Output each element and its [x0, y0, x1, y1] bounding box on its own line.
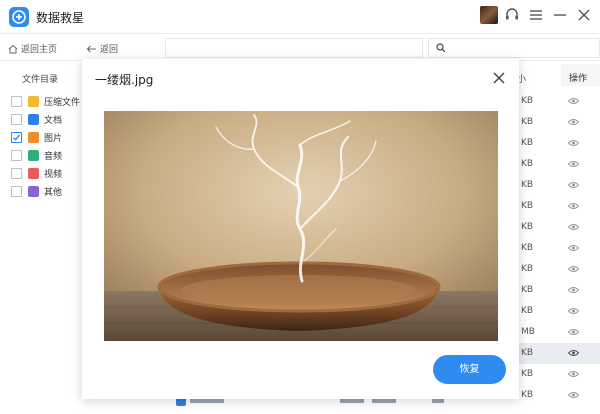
tree-item-label: 音频 [44, 151, 63, 162]
preview-eye-icon[interactable] [568, 223, 579, 231]
tree-item-label: 压缩文件 [44, 97, 81, 108]
operation-column-label: 操作 [569, 74, 588, 84]
checkbox[interactable] [11, 185, 22, 197]
home-icon [8, 44, 18, 53]
preview-eye-icon[interactable] [568, 139, 579, 147]
tree-item-label: 图片 [44, 133, 63, 144]
preview-image [104, 111, 498, 341]
file-size-cell: KB [521, 96, 534, 106]
preview-eye-icon[interactable] [568, 328, 579, 336]
minimize-icon[interactable] [551, 6, 569, 24]
headset-icon[interactable] [503, 6, 521, 24]
file-size-cell: KB [521, 222, 534, 232]
tree-item[interactable]: 图片 [11, 130, 62, 144]
tree-item[interactable]: 文档 [11, 112, 62, 126]
tree-item[interactable]: 视频 [11, 166, 62, 180]
check-icon [13, 134, 21, 141]
preview-dialog-title: 一缕烟.jpg [95, 73, 154, 87]
menu-icon[interactable] [527, 6, 545, 24]
sidebar-title: 文件目录 [22, 75, 59, 85]
file-size-cell: KB [521, 306, 534, 316]
tree-item[interactable]: 音频 [11, 148, 62, 162]
app-title: 数据救星 [36, 11, 85, 25]
preview-dialog: 一缕烟.jpg 恢复 [82, 59, 519, 399]
close-icon[interactable] [492, 71, 506, 85]
search-input[interactable] [428, 38, 600, 58]
partially-hidden-row [168, 396, 600, 414]
file-size-cell: KB [521, 201, 534, 211]
close-window-icon[interactable] [575, 6, 593, 24]
preview-eye-icon[interactable] [568, 202, 579, 210]
preview-eye-icon[interactable] [568, 265, 579, 273]
document-icon [28, 113, 39, 125]
home-button[interactable]: 返回主页 [8, 42, 57, 55]
checkbox[interactable] [11, 167, 22, 179]
preview-eye-icon[interactable] [568, 160, 579, 168]
checkbox[interactable] [11, 95, 22, 107]
file-size-cell: KB [521, 243, 534, 253]
tree-item-label: 文档 [44, 115, 63, 126]
home-button-label: 返回主页 [21, 45, 58, 55]
search-icon [436, 43, 446, 53]
video-icon [28, 167, 39, 179]
checkbox[interactable] [11, 113, 22, 125]
tree-item[interactable]: 其他 [11, 184, 62, 198]
restore-button[interactable]: 恢复 [433, 355, 506, 384]
preview-eye-icon[interactable] [568, 286, 579, 294]
preview-eye-icon[interactable] [568, 307, 579, 315]
preview-eye-icon[interactable] [568, 349, 579, 357]
file-size-cell: KB [521, 138, 534, 148]
audio-icon [28, 149, 39, 161]
other-icon [28, 185, 39, 197]
app-logo-icon [9, 7, 29, 27]
image-icon [28, 131, 39, 143]
operation-column-header: 操作 [561, 64, 600, 86]
archive-icon [28, 95, 39, 107]
checkbox[interactable] [11, 149, 22, 161]
back-button-label: 返回 [100, 45, 119, 55]
toolbar: 返回主页 返回 [0, 34, 600, 61]
file-size-cell: KB [521, 285, 534, 295]
file-size-cell: KB [521, 180, 534, 190]
file-size-cell: KB [521, 369, 534, 379]
file-size-cell: KB [521, 159, 534, 169]
file-size-cell: MB [521, 327, 535, 337]
tree-item-label: 其他 [44, 187, 63, 198]
file-size-cell: KB [521, 348, 534, 358]
path-input[interactable] [165, 38, 423, 58]
preview-eye-icon[interactable] [568, 181, 579, 189]
checkbox[interactable] [11, 131, 22, 143]
user-avatar[interactable] [480, 6, 498, 24]
tree-item[interactable]: 压缩文件 [11, 94, 80, 108]
file-size-cell: KB [521, 264, 534, 274]
arrow-left-icon [86, 45, 96, 52]
file-size-cell: KB [521, 117, 534, 127]
preview-eye-icon[interactable] [568, 244, 579, 252]
tree-item-label: 视频 [44, 169, 63, 180]
preview-eye-icon[interactable] [568, 97, 579, 105]
back-button[interactable]: 返回 [86, 42, 118, 55]
preview-eye-icon[interactable] [568, 118, 579, 126]
preview-eye-icon[interactable] [568, 370, 579, 378]
title-bar: 数据救星 [0, 0, 600, 34]
